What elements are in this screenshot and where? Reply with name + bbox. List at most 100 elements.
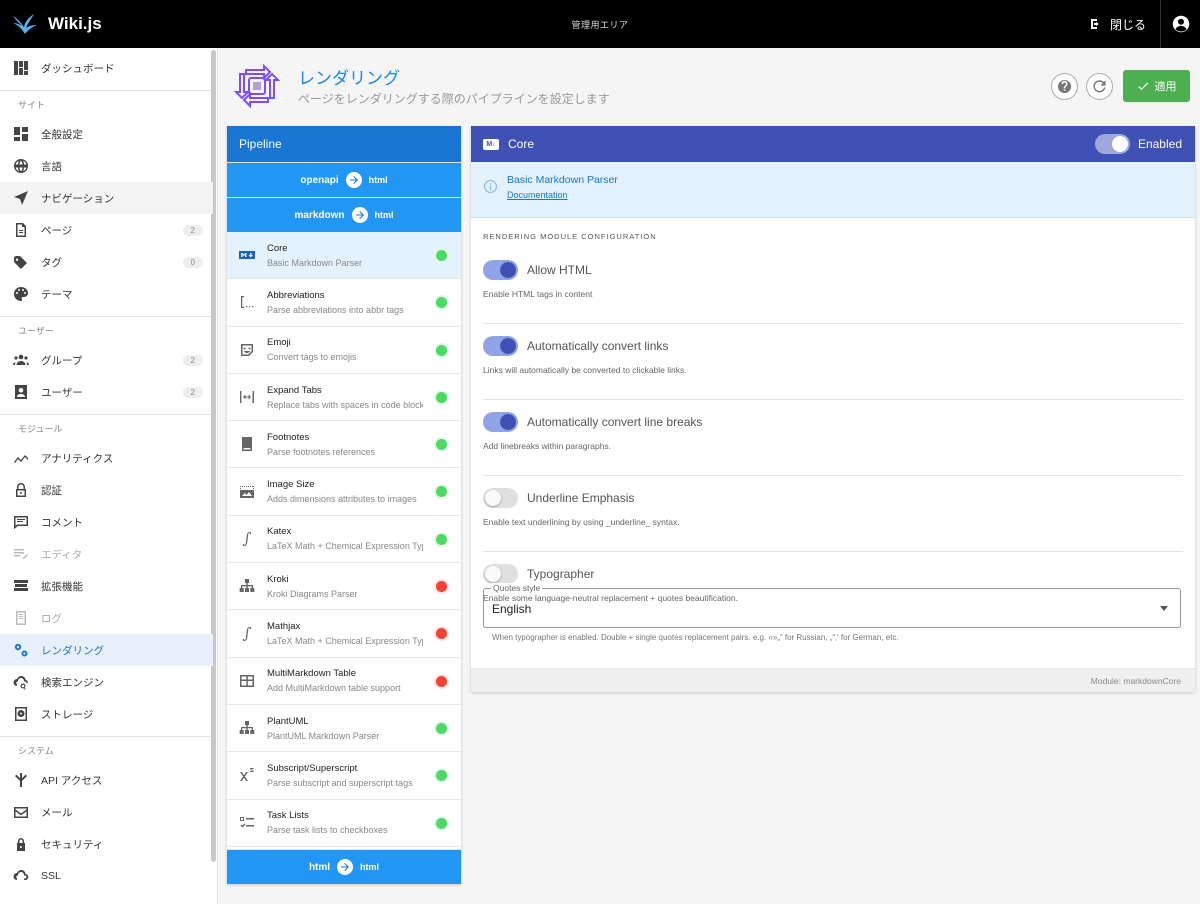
- disabled-status-dot: [436, 581, 447, 593]
- groups-count-badge: 2: [182, 354, 203, 366]
- help-button[interactable]: [1051, 72, 1078, 100]
- sidebar-item-search[interactable]: 検索エンジン: [0, 666, 213, 698]
- apply-label: 適用: [1154, 81, 1177, 93]
- renderer-task-lists[interactable]: Task Lists Parse task lists to checkboxes: [227, 800, 461, 847]
- sidebar-item-label: メール: [41, 806, 73, 819]
- option-label: Underline Emphasis: [527, 491, 635, 505]
- renderer-katex[interactable]: Katex LaTeX Math + Chemical Expression Ty…: [227, 516, 461, 564]
- sidebar-item-locale[interactable]: 言語: [0, 150, 213, 182]
- enabled-status-dot: [436, 391, 447, 403]
- dropdown-caret-icon: [1160, 606, 1168, 611]
- page-subtitle: ページをレンダリングする際のパイプラインを設定します: [298, 92, 610, 106]
- step-source: html: [308, 861, 331, 873]
- renderer-title: Expand Tabs: [267, 384, 322, 396]
- sidebar-section-site: サイト: [0, 90, 213, 118]
- sidebar-item-storage[interactable]: ストレージ: [0, 698, 213, 730]
- renderer-description: Kroki Diagrams Parser: [267, 588, 358, 599]
- enabled-status-dot: [436, 344, 447, 356]
- pipeline-step-html[interactable]: html html: [227, 849, 461, 884]
- renderer-title: Footnotes: [267, 431, 310, 443]
- renderer-footnotes[interactable]: Footnotes Parse footnotes references: [227, 421, 461, 469]
- renderer-title: Core: [267, 242, 288, 254]
- allow-html-toggle[interactable]: [483, 260, 518, 280]
- renderer-enabled-toggle[interactable]: [1094, 134, 1130, 154]
- renderer-emoji[interactable]: Emoji Convert tags to emojis: [227, 327, 461, 374]
- log-icon: [12, 609, 30, 627]
- refresh-button[interactable]: [1086, 72, 1113, 100]
- step-target: html: [368, 175, 388, 185]
- renderer-title: Katex: [267, 526, 292, 538]
- sidebar-item-mail[interactable]: メール: [0, 796, 213, 828]
- renderer-kroki[interactable]: Kroki Kroki Diagrams Parser: [227, 563, 461, 611]
- admin-sidebar: ダッシュボード サイト 全般設定 言語 ナビゲーション ページ 2 タグ 0 テ…: [0, 48, 218, 904]
- toggle-knob: [485, 566, 501, 582]
- sidebar-item-tags[interactable]: タグ 0: [0, 246, 213, 278]
- typographer-toggle[interactable]: [483, 564, 518, 584]
- toggle-knob: [500, 262, 516, 278]
- quotes-style-select[interactable]: Quotes style English: [483, 583, 1181, 628]
- sidebar-item-dashboard[interactable]: ダッシュボード: [0, 52, 213, 84]
- expand-tabs-icon: [238, 388, 256, 406]
- account-button[interactable]: [1160, 0, 1200, 48]
- table-icon: [238, 672, 256, 690]
- security-icon: [12, 835, 30, 853]
- convert-links-toggle[interactable]: [483, 336, 518, 356]
- documentation-link[interactable]: Documentation: [507, 190, 618, 200]
- sidebar-item-auth[interactable]: 認証: [0, 474, 213, 506]
- brand-name: Wiki.js: [48, 14, 102, 33]
- sidebar-item-theme[interactable]: テーマ: [0, 278, 213, 310]
- enabled-status-dot: [436, 250, 447, 261]
- sidebar-item-api[interactable]: API アクセス: [0, 764, 213, 796]
- renderer-mathjax[interactable]: Mathjax LaTeX Math + Chemical Expression …: [227, 610, 461, 658]
- renderer-core[interactable]: Core Basic Markdown Parser: [227, 232, 461, 280]
- sidebar-item-editor[interactable]: エディタ: [0, 538, 213, 570]
- renderer-multimarkdown-table[interactable]: MultiMarkdown Table Add MultiMarkdown tab…: [227, 658, 461, 705]
- convert-line-breaks-toggle[interactable]: [483, 412, 518, 432]
- module-name: Module: markdownCore: [1090, 675, 1181, 686]
- renderer-abbreviations[interactable]: Abbreviations Parse abbreviations into ab…: [227, 279, 461, 327]
- pipeline-step-markdown[interactable]: markdown html: [227, 197, 461, 232]
- renderer-expand-tabs[interactable]: Expand Tabs Replace tabs with spaces in c…: [227, 374, 461, 422]
- sidebar-item-label: 認証: [41, 484, 62, 497]
- close-admin-button[interactable]: 閉じる: [1076, 0, 1160, 48]
- renderer-title: Task Lists: [267, 810, 309, 822]
- sidebar-item-groups[interactable]: グループ 2: [0, 344, 213, 376]
- sidebar-item-label: ダッシュボード: [41, 62, 115, 75]
- renderer-subscript-superscript[interactable]: Subscript/Superscript Parse subscript and…: [227, 752, 461, 800]
- pipeline-title: Pipeline: [227, 126, 461, 162]
- sidebar-item-extensions[interactable]: 拡張機能: [0, 570, 213, 602]
- quotes-style-hint: When typographer is enabled. Double + si…: [492, 633, 899, 642]
- sidebar-item-navigation[interactable]: ナビゲーション: [0, 182, 213, 214]
- integral-icon: [238, 625, 256, 643]
- sidebar-item-users[interactable]: ユーザー 2: [0, 376, 213, 408]
- renderer-title: Emoji: [267, 337, 291, 349]
- renderer-image-size[interactable]: Image Size Adds dimensions attributes to …: [227, 468, 461, 516]
- palette-icon: [12, 285, 30, 303]
- sidebar-item-label: ユーザー: [41, 386, 83, 399]
- api-icon: [12, 771, 30, 789]
- sidebar-item-label: グループ: [41, 354, 83, 367]
- option-linkify: Automatically convert links Links will a…: [483, 334, 1183, 400]
- sidebar-section-users: ユーザー: [0, 316, 213, 344]
- sidebar-item-ssl[interactable]: SSL: [0, 860, 213, 892]
- underline-emphasis-toggle[interactable]: [483, 488, 518, 508]
- renderer-plantuml[interactable]: PlantUML PlantUML Markdown Parser: [227, 705, 461, 753]
- markdown-icon: [238, 246, 256, 264]
- users-count-badge: 2: [182, 386, 203, 398]
- close-admin-label: 閉じる: [1109, 17, 1146, 32]
- sidebar-item-pages[interactable]: ページ 2: [0, 214, 213, 246]
- sidebar-item-rendering[interactable]: レンダリング: [0, 634, 213, 666]
- sidebar-item-label: API アクセス: [41, 774, 103, 787]
- pipeline-step-openapi[interactable]: openapi html: [227, 162, 461, 197]
- sidebar-item-logging[interactable]: ログ: [0, 602, 213, 634]
- apply-button[interactable]: 適用: [1123, 70, 1190, 102]
- renderer-config-panel: M↓ Core Enabled Basic Markdown Parser Do…: [471, 126, 1195, 692]
- sidebar-item-security[interactable]: セキュリティ: [0, 828, 213, 860]
- sidebar-item-analytics[interactable]: アナリティクス: [0, 442, 213, 474]
- abbreviation-icon: [238, 293, 256, 311]
- brand[interactable]: Wiki.js: [0, 13, 220, 35]
- group-icon: [12, 351, 30, 369]
- sidebar-item-general[interactable]: 全般設定: [0, 118, 213, 150]
- option-hint: Enable HTML tags in content: [483, 289, 593, 299]
- sidebar-item-comments[interactable]: コメント: [0, 506, 213, 538]
